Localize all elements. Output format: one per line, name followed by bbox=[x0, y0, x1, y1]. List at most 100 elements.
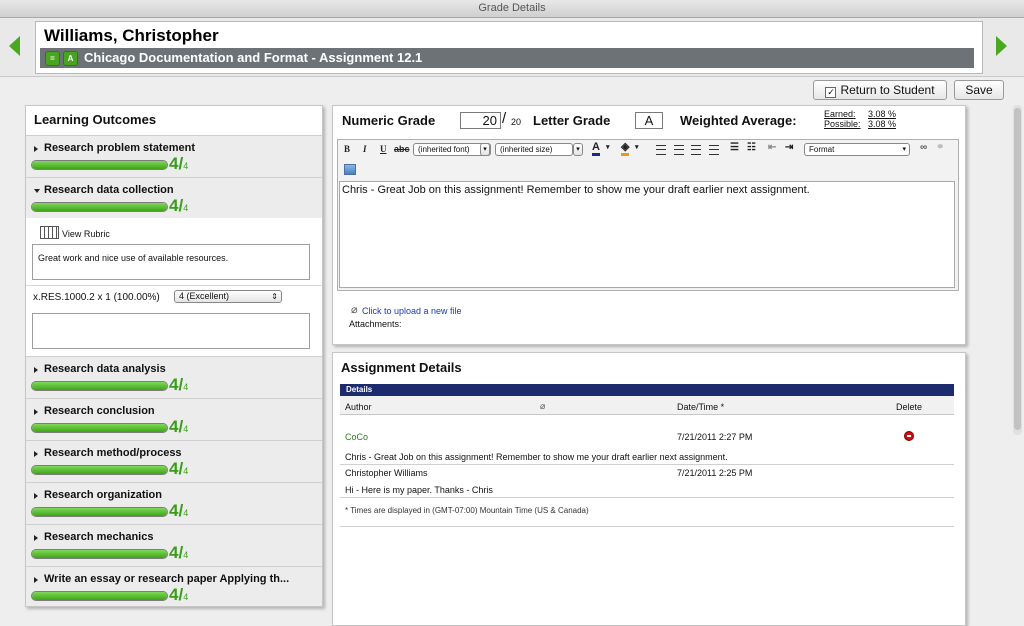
criterion-label: x.RES.1000.2 x 1 (100.00%) bbox=[33, 292, 160, 303]
expand-triangle-icon[interactable] bbox=[34, 367, 38, 373]
header-box: Williams, Christopher = A Chicago Docume… bbox=[35, 21, 983, 74]
align-justify-icon[interactable] bbox=[709, 145, 719, 155]
outcome-score-value: 4 bbox=[169, 196, 179, 215]
highlight-color-icon[interactable]: ◈ bbox=[621, 142, 630, 156]
outcome-item[interactable]: Research conclusion 4/4 bbox=[26, 398, 322, 441]
outcome-score-value: 4 bbox=[169, 375, 179, 394]
comment-editor-textarea[interactable]: Chris - Great Job on this assignment! Re… bbox=[339, 181, 955, 288]
select-arrows-icon: ⇕ bbox=[271, 292, 278, 301]
highlight-dropdown-icon[interactable]: ▾ bbox=[635, 143, 639, 151]
unlink-icon[interactable]: ⚭ bbox=[936, 142, 944, 153]
outcome-score: 4/4 bbox=[169, 585, 189, 604]
outcome-score-value: 4 bbox=[169, 501, 179, 520]
assignment-details-panel: Assignment Details Details Author ⌀ Date… bbox=[332, 352, 966, 626]
divider bbox=[26, 285, 322, 286]
action-toolbar: ✓ Return to Student Save bbox=[0, 77, 1024, 104]
numbered-list-icon[interactable]: ☷ bbox=[747, 142, 756, 153]
return-checkbox[interactable]: ✓ bbox=[825, 87, 837, 98]
rich-text-editor: B I U abc (inherited font) ▾ (inherited … bbox=[337, 139, 959, 291]
upload-file-link[interactable]: Click to upload a new file bbox=[362, 306, 462, 316]
outcome-item[interactable]: Research mechanics 4/4 bbox=[26, 524, 322, 567]
earned-label: Earned: bbox=[824, 109, 856, 119]
outcome-item[interactable]: Research organization 4/4 bbox=[26, 482, 322, 525]
outcome-item[interactable]: Research data analysis 4/4 bbox=[26, 356, 322, 399]
outcome-item[interactable]: Research problem statement 4/4 bbox=[26, 135, 322, 178]
rubric-grid-icon[interactable] bbox=[40, 226, 59, 239]
bullet-list-icon[interactable]: ☰ bbox=[730, 142, 739, 153]
outcome-item[interactable]: Research method/process 4/4 bbox=[26, 440, 322, 483]
comment-editor-content: Chris - Great Job on this assignment! Re… bbox=[342, 184, 810, 196]
outcome-progress-fill bbox=[32, 466, 167, 474]
collapse-triangle-icon[interactable] bbox=[34, 189, 40, 193]
outcome-score-max: 4 bbox=[183, 550, 189, 560]
font-dropdown-arrow-icon[interactable]: ▾ bbox=[480, 143, 490, 156]
save-button[interactable]: Save bbox=[954, 80, 1004, 100]
delete-icon[interactable] bbox=[904, 431, 914, 441]
outcome-score-value: 4 bbox=[169, 459, 179, 478]
size-dropdown-arrow-icon[interactable]: ▾ bbox=[573, 143, 583, 156]
align-right-icon[interactable] bbox=[691, 145, 701, 155]
insert-image-icon[interactable] bbox=[344, 164, 356, 175]
level-select[interactable]: 4 (Excellent) ⇕ bbox=[174, 290, 282, 303]
entry-datetime: 7/21/2011 2:25 PM bbox=[677, 468, 753, 478]
weighted-average-label: Weighted Average: bbox=[680, 113, 797, 128]
outcome-score: 4/4 bbox=[169, 375, 189, 394]
format-select-value: Format bbox=[809, 145, 835, 154]
previous-student-arrow-icon[interactable] bbox=[9, 36, 20, 56]
align-center-icon[interactable] bbox=[674, 145, 684, 155]
letter-grade-input[interactable]: A bbox=[635, 112, 663, 129]
letter-grade-label: Letter Grade bbox=[533, 113, 611, 128]
expand-triangle-icon[interactable] bbox=[34, 493, 38, 499]
align-left-icon[interactable] bbox=[656, 145, 666, 155]
outcome-item[interactable]: Research data collection 4/4 bbox=[26, 177, 322, 220]
outcome-progress-fill bbox=[32, 203, 167, 211]
underline-button[interactable]: U bbox=[380, 144, 387, 154]
entry-text: Chris - Great Job on this assignment! Re… bbox=[345, 452, 728, 462]
italic-button[interactable]: I bbox=[363, 144, 367, 154]
window-title: Grade Details bbox=[478, 2, 546, 14]
outcome-name: Research problem statement bbox=[44, 142, 195, 154]
expand-triangle-icon[interactable] bbox=[34, 451, 38, 457]
outcome-name: Write an essay or research paper Applyin… bbox=[44, 573, 290, 585]
assignment-title: Chicago Documentation and Format - Assig… bbox=[84, 50, 423, 65]
numeric-grade-input[interactable]: 20 bbox=[460, 112, 501, 129]
bold-button[interactable]: B bbox=[344, 144, 350, 154]
outcome-name: Research organization bbox=[44, 489, 162, 501]
size-select-value: (inherited size) bbox=[500, 145, 553, 154]
numeric-grade-slash: / bbox=[502, 110, 507, 127]
outcome-item[interactable]: Write an essay or research paper Applyin… bbox=[26, 566, 322, 606]
criterion-comment-box[interactable] bbox=[32, 313, 310, 349]
paperclip-icon: ⌀ bbox=[351, 304, 358, 316]
indent-icon[interactable]: ⇥ bbox=[785, 142, 793, 153]
expand-triangle-icon[interactable] bbox=[34, 146, 38, 152]
format-dropdown-icon: ▾ bbox=[902, 146, 906, 153]
outcome-progress-fill bbox=[32, 508, 167, 516]
outcome-score: 4/4 bbox=[169, 154, 189, 173]
next-student-arrow-icon[interactable] bbox=[996, 36, 1007, 56]
entry-datetime: 7/21/2011 2:27 PM bbox=[677, 432, 753, 442]
expand-triangle-icon[interactable] bbox=[34, 535, 38, 541]
font-select-value: (inherited font) bbox=[418, 145, 470, 154]
expand-triangle-icon[interactable] bbox=[34, 577, 38, 583]
size-select[interactable]: (inherited size) bbox=[495, 143, 573, 156]
learning-outcomes-panel: Learning Outcomes Research problem state… bbox=[25, 105, 323, 607]
text-color-dropdown-icon[interactable]: ▾ bbox=[606, 143, 610, 151]
outcome-progress-bar bbox=[31, 507, 168, 517]
outcome-comment-box[interactable]: Great work and nice use of available res… bbox=[32, 244, 310, 280]
outcome-name: Research data analysis bbox=[44, 363, 166, 375]
text-color-button[interactable]: A bbox=[592, 142, 600, 156]
view-rubric-link[interactable]: View Rubric bbox=[62, 229, 110, 239]
outcome-score: 4/4 bbox=[169, 459, 189, 478]
outcome-progress-bar bbox=[31, 465, 168, 475]
link-icon[interactable]: ∞ bbox=[920, 142, 927, 153]
return-to-student-button[interactable]: ✓ Return to Student bbox=[813, 80, 947, 100]
format-select[interactable]: Format ▾ bbox=[804, 143, 910, 156]
expand-triangle-icon[interactable] bbox=[34, 409, 38, 415]
student-header: Williams, Christopher = A Chicago Docume… bbox=[0, 18, 1024, 77]
outcome-score: 4/4 bbox=[169, 196, 189, 215]
outcome-progress-fill bbox=[32, 161, 167, 169]
outdent-icon[interactable]: ⇤ bbox=[768, 142, 776, 153]
row-divider bbox=[340, 526, 954, 527]
strikethrough-button[interactable]: abc bbox=[394, 144, 410, 154]
scrollbar-thumb[interactable] bbox=[1014, 108, 1021, 430]
